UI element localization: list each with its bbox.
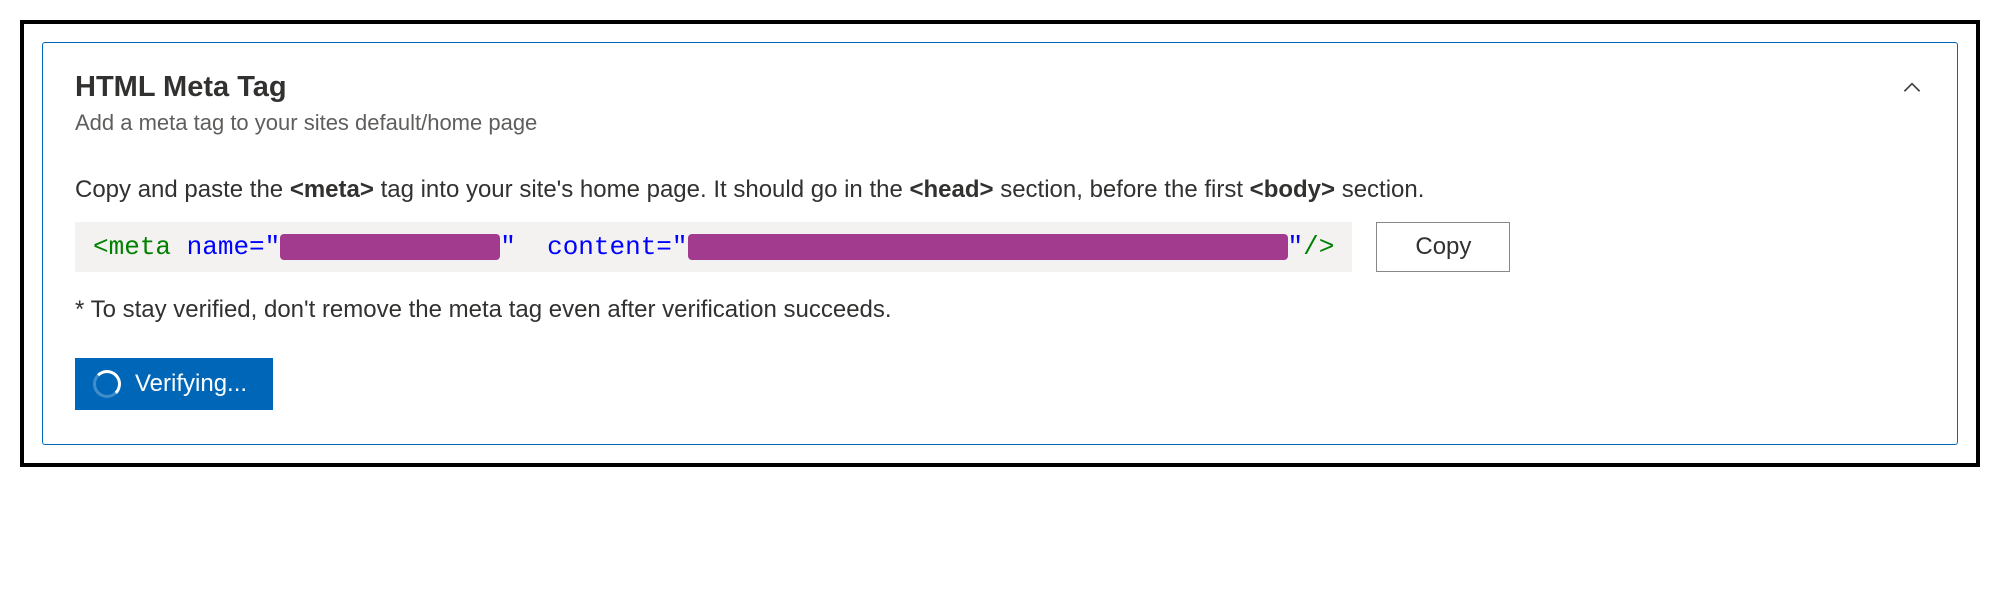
verify-button-label: Verifying... [135, 370, 247, 398]
meta-tag-panel: HTML Meta Tag Add a meta tag to your sit… [42, 42, 1958, 445]
code-element: meta [109, 232, 171, 262]
code-close: /> [1303, 232, 1334, 262]
instruction-meta-tag: <meta> [290, 176, 374, 203]
panel-title: HTML Meta Tag [75, 71, 537, 104]
chevron-up-icon[interactable] [1899, 71, 1925, 106]
instruction-text: Copy and paste the <meta> tag into your … [75, 176, 1925, 204]
instruction-part: section, before the first [1000, 176, 1249, 203]
copy-button[interactable]: Copy [1376, 222, 1510, 272]
code-quote: " [500, 232, 516, 262]
code-open-bracket: < [93, 232, 109, 262]
instruction-part: Copy and paste the [75, 176, 290, 203]
instruction-head-tag: <head> [909, 176, 993, 203]
instruction-part: tag into your site's home page. It shoul… [381, 176, 910, 203]
outer-frame: HTML Meta Tag Add a meta tag to your sit… [20, 20, 1980, 467]
code-quote: " [1288, 232, 1304, 262]
instruction-part: section. [1342, 176, 1425, 203]
code-attr-name: name= [187, 232, 265, 262]
code-space [516, 232, 547, 262]
verify-button[interactable]: Verifying... [75, 358, 273, 410]
instruction-body-tag: <body> [1250, 176, 1335, 203]
code-space [171, 232, 187, 262]
spinner-icon [93, 370, 121, 398]
panel-header: HTML Meta Tag Add a meta tag to your sit… [75, 71, 1925, 176]
code-attr-content: content= [547, 232, 672, 262]
code-quote: " [265, 232, 281, 262]
code-quote: " [672, 232, 688, 262]
panel-title-block: HTML Meta Tag Add a meta tag to your sit… [75, 71, 537, 176]
meta-tag-code[interactable]: <meta name="" content="" /> [75, 222, 1352, 272]
code-row: <meta name="" content="" /> Copy [75, 222, 1925, 272]
verification-note: * To stay verified, don't remove the met… [75, 296, 1925, 324]
panel-subtitle: Add a meta tag to your sites default/hom… [75, 110, 537, 136]
redacted-content-value [688, 234, 1288, 260]
redacted-name-value [280, 234, 500, 260]
